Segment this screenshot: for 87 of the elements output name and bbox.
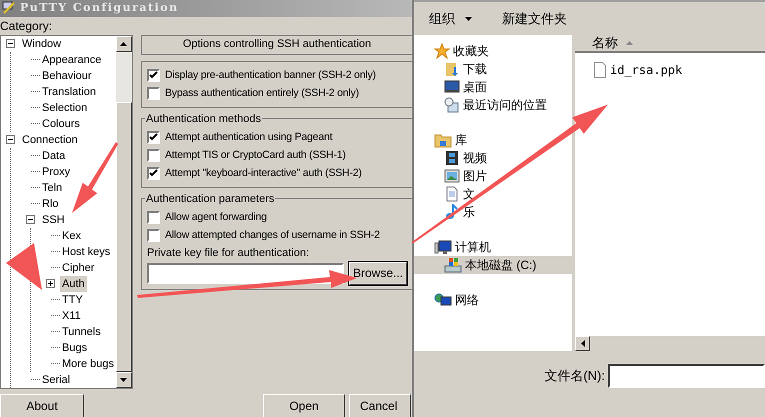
tree-item[interactable]: TTY	[60, 292, 85, 308]
dropdown-caret-icon	[465, 16, 472, 20]
about-button[interactable]: About	[0, 394, 84, 417]
tree-item[interactable]: Bugs	[60, 340, 90, 356]
category-tree[interactable]: Window Appearance Behaviour Translation Selection Colours Connection Data Proxy Teln Rlo SSH Kex Host keys Cipher Auth TTY X11 Tunnels Bugs More bugs Serial	[0, 34, 133, 388]
left-arrow-icon	[580, 340, 584, 347]
network-icon	[434, 292, 452, 308]
nav-item[interactable]: 下载	[414, 60, 572, 78]
nav-item[interactable]: 库	[414, 131, 572, 149]
recent-places-icon	[444, 97, 460, 113]
new-folder-button[interactable]: 新建文件夹	[502, 8, 567, 28]
nav-item[interactable]: 本地磁盘 (C:)	[414, 256, 572, 274]
tree-item[interactable]: Translation	[40, 84, 98, 100]
key-file-field[interactable]	[146, 262, 344, 284]
scrollbar[interactable]	[116, 36, 132, 388]
document-icon	[444, 186, 460, 202]
tree-item[interactable]: Host keys	[60, 244, 112, 260]
tree-item[interactable]: Cipher	[60, 260, 96, 276]
checkbox[interactable]	[146, 69, 160, 82]
tree-item[interactable]: Window	[20, 36, 64, 52]
library-folder-icon	[434, 132, 452, 148]
nav-item[interactable]: 桌面	[414, 78, 572, 96]
checkbox-label: Allow attempted changes of username in SSH-2	[164, 228, 380, 243]
tree-item[interactable]: Kex	[60, 228, 83, 244]
file-icon	[594, 62, 606, 78]
nav-item[interactable]: 最近访问的位置	[414, 96, 572, 114]
horizontal-scrollbar[interactable]	[575, 336, 765, 351]
monitor-icon	[444, 79, 460, 95]
tree-item[interactable]: Proxy	[40, 164, 72, 180]
tree-item[interactable]: SSH	[40, 212, 67, 228]
computer-icon	[434, 239, 452, 255]
browse-button[interactable]: Browse...	[348, 262, 407, 284]
checkbox[interactable]	[146, 211, 160, 224]
image-icon	[444, 168, 460, 184]
nav-item[interactable]: 视频	[414, 149, 572, 167]
nav-item[interactable]: 文	[414, 185, 572, 203]
checkbox-label: Attempt "keyboard-interactive" auth (SSH-2)	[164, 166, 362, 181]
tree-item[interactable]: Serial	[40, 372, 72, 388]
tree-item[interactable]: Auth	[60, 276, 87, 292]
tree-item[interactable]: Teln	[40, 180, 64, 196]
checkbox-label: Bypass authentication entirely (SSH-2 only)	[164, 86, 359, 101]
nav-item[interactable]: 收藏夹	[414, 42, 572, 60]
category-label: Category:	[0, 18, 52, 34]
tree-item[interactable]: Tunnels	[60, 324, 103, 340]
filename-field[interactable]	[608, 364, 765, 388]
sort-arrow-icon	[626, 41, 633, 45]
star-icon	[434, 43, 450, 59]
tree-item[interactable]: More bugs	[60, 356, 116, 372]
checkbox-label: Attempt authentication using Pageant	[164, 130, 332, 145]
filename-label: 文件名(N):	[544, 367, 605, 386]
checkbox-label: Attempt TIS or CryptoCard auth (SSH-1)	[164, 148, 346, 163]
cancel-button[interactable]: Cancel	[349, 394, 411, 417]
tree-item[interactable]: Appearance	[40, 52, 104, 68]
tree-item[interactable]: Data	[40, 148, 68, 164]
nav-item[interactable]: 计算机	[414, 238, 572, 256]
window-title-bar: PuTTY Configuration	[0, 0, 412, 16]
tree-item[interactable]: Colours	[40, 116, 82, 132]
tree-item[interactable]: Rlo	[40, 196, 61, 212]
checkbox-label: Display pre-authentication banner (SSH-2 only)	[164, 68, 376, 83]
tree-item[interactable]: Connection	[20, 132, 80, 148]
name-column-header[interactable]: 名称	[575, 35, 765, 53]
tree-item[interactable]: Selection	[40, 100, 90, 116]
panel-heading: Options controlling SSH authentication	[140, 34, 413, 54]
collapse-toggle-icon[interactable]	[6, 39, 15, 48]
disk-drive-icon	[444, 257, 462, 273]
file-item[interactable]: id_rsa.ppk	[594, 61, 765, 79]
folder-icon	[444, 61, 460, 77]
checkbox[interactable]	[146, 167, 160, 180]
checkbox[interactable]	[146, 131, 160, 144]
expand-toggle-icon[interactable]	[46, 279, 55, 288]
organize-menu-button[interactable]: 组织	[429, 8, 472, 28]
collapse-toggle-icon[interactable]	[6, 135, 15, 144]
open-button[interactable]: Open	[263, 394, 345, 417]
nav-item[interactable]: 网络	[414, 291, 572, 309]
down-arrow-icon	[120, 378, 128, 382]
film-icon	[444, 150, 460, 166]
checkbox-label: Allow agent forwarding	[164, 210, 267, 225]
tree-item[interactable]: Behaviour	[40, 68, 94, 84]
tree-item[interactable]: X11	[60, 308, 83, 324]
up-arrow-icon	[120, 42, 128, 46]
checkbox[interactable]	[146, 149, 160, 162]
checkbox[interactable]	[146, 87, 160, 100]
nav-item[interactable]: 图片	[414, 167, 572, 185]
collapse-toggle-icon[interactable]	[26, 215, 35, 224]
checkbox[interactable]	[146, 229, 160, 242]
field-label: Private key file for authentication:	[146, 246, 310, 260]
computer-icon	[2, 1, 16, 16]
